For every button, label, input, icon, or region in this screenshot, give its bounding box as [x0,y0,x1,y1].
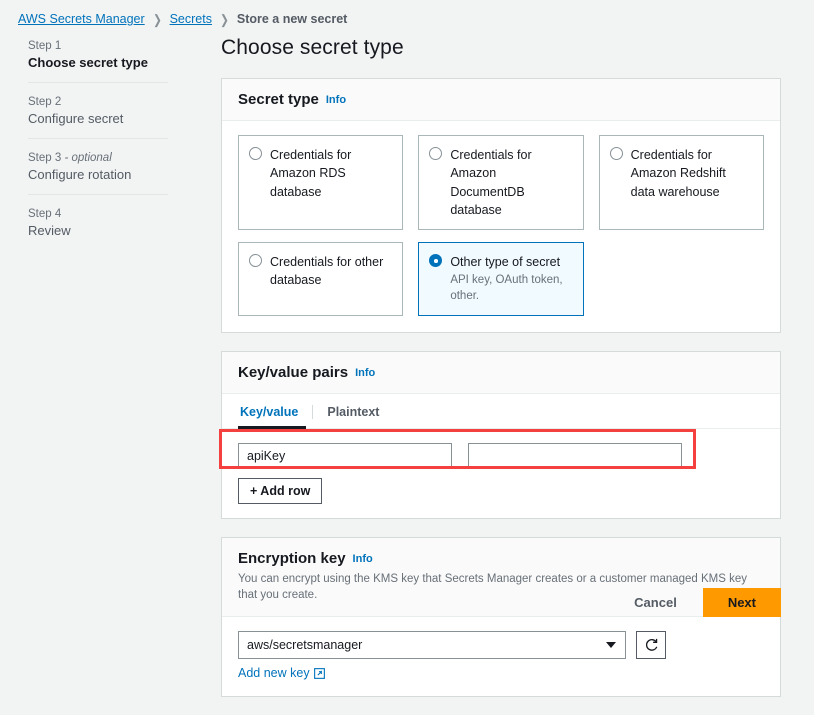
sidebar-step-1-number-text: Step 1 [28,40,62,52]
sidebar-step-1-title: Choose secret type [28,55,148,70]
add-new-key-link[interactable]: Add new key [238,666,325,680]
sidebar-step-2: Step 2 Configure secret [28,82,168,138]
chevron-down-icon [606,642,616,649]
breadcrumb-separator-icon: ❯ [220,11,229,27]
sidebar-step-4: Step 4 Review [28,194,168,250]
encryption-key-select[interactable]: aws/secretsmanager [238,631,626,660]
wizard-steps-sidebar: Step 1 Choose secret type Step 2 Configu… [28,40,168,250]
add-row-button[interactable]: + Add row [238,478,323,505]
refresh-button[interactable] [636,631,666,660]
secret-type-info-link[interactable]: Info [326,94,346,106]
key-value-row [238,443,764,470]
sidebar-step-2-title: Configure secret [28,111,124,126]
wizard-footer: Cancel Next [630,588,781,617]
sidebar-step-4-title: Review [28,223,71,238]
secret-value-input[interactable] [468,443,682,470]
encryption-key-title: Encryption key [238,550,346,568]
secret-type-card-body: Credentials for Amazon RDS database Cred… [222,121,780,332]
breadcrumb: AWS Secrets Manager ❯ Secrets ❯ Store a … [18,12,347,26]
secret-type-option-other-database[interactable]: Credentials for other database [238,242,404,317]
tab-key-value[interactable]: Key/value [238,394,312,430]
sidebar-step-3-optional: - optional [61,152,112,164]
add-new-key-label: Add new key [238,666,310,681]
secret-type-card-header: Secret type Info [222,79,780,122]
secret-type-option-other-secret[interactable]: Other type of secret API key, OAuth toke… [418,242,584,317]
secret-type-option-rds[interactable]: Credentials for Amazon RDS database [238,135,404,231]
secret-type-title: Secret type [238,91,319,109]
secret-type-option-other-secret-label: Other type of secret [450,255,561,270]
sidebar-step-3-number-text: Step 3 [28,152,62,164]
secret-type-option-other-secret-sub: API key, OAuth token, other. [450,274,563,303]
secret-type-option-redshift[interactable]: Credentials for Amazon Redshift data war… [598,135,764,231]
sidebar-step-1-number: Step 1 [28,40,168,52]
secret-type-card: Secret type Info Credentials for Amazon R… [221,78,781,334]
radio-icon [249,147,262,161]
secret-type-options: Credentials for Amazon RDS database Cred… [238,135,764,317]
sidebar-step-4-number: Step 4 [28,208,168,220]
encryption-key-select-value: aws/secretsmanager [247,638,363,653]
encryption-key-select-row: aws/secretsmanager [238,631,764,660]
secret-type-option-redshift-label: Credentials for Amazon Redshift data war… [630,148,726,199]
encryption-key-card: Encryption key Info You can encrypt using… [221,537,781,698]
breadcrumb-item-secrets[interactable]: Secrets [170,12,212,26]
radio-icon-selected [429,254,443,268]
key-value-pairs-card: Key/value pairs Info Key/value Plaintext … [219,351,781,520]
sidebar-step-3: Step 3 - optional Configure rotation [28,138,168,194]
sidebar-step-2-number-text: Step 2 [28,96,62,108]
refresh-icon [645,638,657,651]
sidebar-step-1: Step 1 Choose secret type [28,40,168,82]
sidebar-step-3-number: Step 3 - optional [28,152,168,164]
key-value-pairs-info-link[interactable]: Info [355,367,375,379]
radio-icon [429,147,443,161]
sidebar-step-3-title: Configure rotation [28,167,132,182]
secret-type-option-documentdb[interactable]: Credentials for Amazon DocumentDB databa… [418,135,584,231]
secret-type-option-rds-label: Credentials for Amazon RDS database [270,148,352,199]
next-button[interactable]: Next [702,588,781,617]
breadcrumb-item-aws-secrets-manager[interactable]: AWS Secrets Manager [18,12,145,26]
breadcrumb-item-current: Store a new secret [236,12,348,26]
secret-key-input[interactable] [238,443,452,470]
sidebar-step-4-number-text: Step 4 [28,208,62,220]
secret-type-option-other-database-label: Credentials for other database [270,255,384,288]
encryption-key-info-link[interactable]: Info [353,553,373,565]
radio-icon [249,254,262,268]
cancel-button[interactable]: Cancel [630,589,681,616]
secret-type-option-documentdb-label: Credentials for Amazon DocumentDB databa… [450,148,532,217]
encryption-key-card-body: aws/secretsmanager Add new key [222,617,780,696]
tab-plaintext[interactable]: Plaintext [313,394,393,428]
key-value-pairs-body: + Add row [219,429,780,518]
radio-icon [609,147,623,161]
key-value-pairs-title: Key/value pairs [238,364,349,382]
external-link-icon [313,667,325,679]
breadcrumb-separator-icon: ❯ [152,11,162,27]
page-title: Choose secret type [221,36,404,59]
sidebar-step-2-number: Step 2 [28,96,168,108]
key-value-pairs-tabs: Key/value Plaintext [222,394,780,430]
key-value-pairs-card-header: Key/value pairs Info [222,352,780,395]
